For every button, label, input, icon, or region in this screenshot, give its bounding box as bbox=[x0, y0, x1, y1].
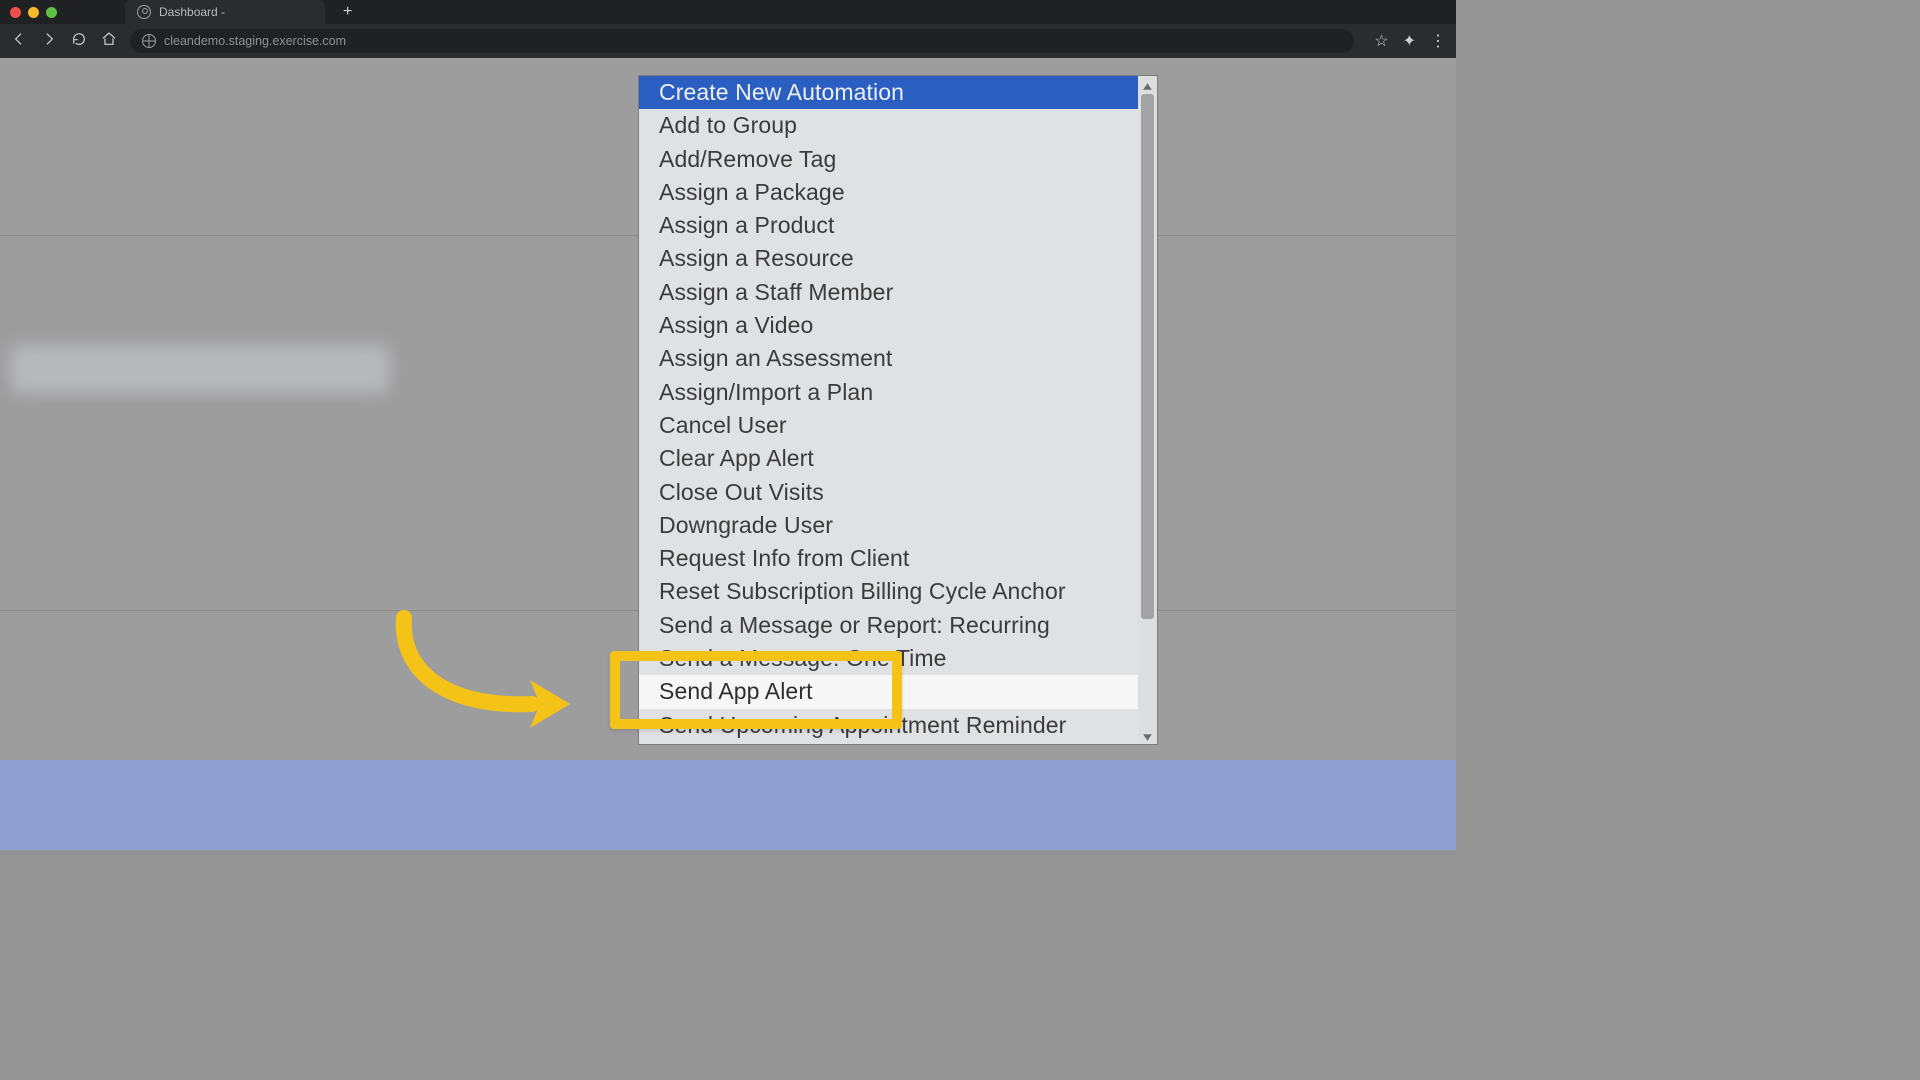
back-button[interactable] bbox=[10, 31, 28, 52]
address-bar[interactable]: cleandemo.staging.exercise.com bbox=[130, 29, 1354, 53]
select-option[interactable]: Add to Group bbox=[639, 109, 1138, 142]
select-option[interactable]: Close Out Visits bbox=[639, 476, 1138, 509]
select-option[interactable]: Request Info from Client bbox=[639, 542, 1138, 575]
select-option[interactable]: Assign a Package bbox=[639, 176, 1138, 209]
site-info-icon[interactable] bbox=[142, 34, 156, 48]
new-tab-button[interactable]: + bbox=[333, 3, 362, 21]
select-option[interactable]: Assign a Staff Member bbox=[639, 276, 1138, 309]
select-option[interactable]: Assign a Video bbox=[639, 309, 1138, 342]
extensions-icon[interactable]: ✦ bbox=[1403, 31, 1416, 51]
select-option[interactable]: Assign a Product bbox=[639, 209, 1138, 242]
page-gradient-strip bbox=[0, 760, 1456, 850]
close-window-icon[interactable] bbox=[10, 7, 21, 18]
tab-strip: Dashboard - + bbox=[0, 0, 1456, 24]
select-option[interactable]: Reset Subscription Billing Cycle Anchor bbox=[639, 575, 1138, 608]
listbox-scrollbar[interactable] bbox=[1138, 76, 1157, 744]
globe-icon bbox=[137, 5, 151, 19]
scrollbar-thumb[interactable] bbox=[1141, 94, 1154, 619]
maximize-window-icon[interactable] bbox=[46, 7, 57, 18]
blurred-region bbox=[10, 345, 390, 393]
url-text: cleandemo.staging.exercise.com bbox=[164, 34, 346, 48]
select-option[interactable]: Create New Automation bbox=[639, 76, 1138, 109]
select-option[interactable]: Add/Remove Tag bbox=[639, 143, 1138, 176]
select-option[interactable]: Send App Alert bbox=[639, 675, 1138, 708]
select-option[interactable]: Assign/Import a Plan bbox=[639, 376, 1138, 409]
browser-tab[interactable]: Dashboard - bbox=[125, 0, 325, 24]
minimize-window-icon[interactable] bbox=[28, 7, 39, 18]
browser-chrome: Dashboard - + cleandemo.staging.exercise… bbox=[0, 0, 1456, 58]
select-option[interactable]: Send a Message: One Time bbox=[639, 642, 1138, 675]
select-option[interactable]: Cancel User bbox=[639, 409, 1138, 442]
select-option[interactable]: Clear App Alert bbox=[639, 442, 1138, 475]
scroll-down-icon[interactable] bbox=[1142, 730, 1153, 741]
bookmark-star-icon[interactable]: ☆ bbox=[1374, 31, 1388, 51]
select-option[interactable]: Assign an Assessment bbox=[639, 342, 1138, 375]
browser-toolbar: cleandemo.staging.exercise.com ☆ ✦ ⋮ bbox=[0, 24, 1456, 58]
forward-button[interactable] bbox=[40, 31, 58, 52]
select-option[interactable]: Downgrade User bbox=[639, 509, 1138, 542]
select-option[interactable]: Send Upcoming Appointment Reminder bbox=[639, 709, 1138, 742]
scroll-up-icon[interactable] bbox=[1142, 79, 1153, 90]
listbox-viewport: Create New AutomationAdd to GroupAdd/Rem… bbox=[639, 76, 1138, 744]
window-controls bbox=[10, 7, 57, 18]
select-option[interactable]: Assign a Resource bbox=[639, 242, 1138, 275]
overflow-menu-icon[interactable]: ⋮ bbox=[1430, 31, 1446, 51]
home-button[interactable] bbox=[100, 31, 118, 52]
tab-title: Dashboard - bbox=[159, 5, 225, 19]
select-option[interactable]: Send a Message or Report: Recurring bbox=[639, 609, 1138, 642]
reload-button[interactable] bbox=[70, 31, 88, 52]
automation-type-select-listbox[interactable]: Create New AutomationAdd to GroupAdd/Rem… bbox=[638, 75, 1158, 745]
